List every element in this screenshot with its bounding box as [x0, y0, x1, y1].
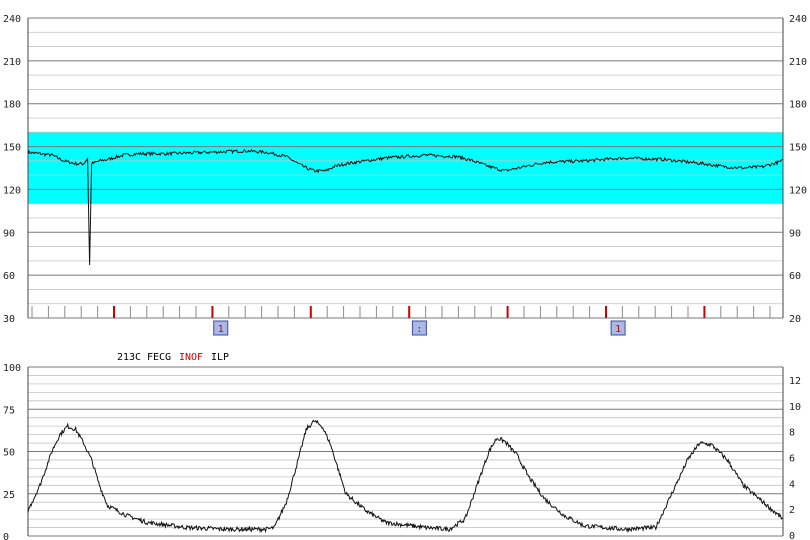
toco-gridlines — [27, 366, 784, 537]
header-mode: FECG — [147, 352, 171, 363]
fhr-right-tick-label: 60 — [789, 271, 801, 282]
fhr-normal-band — [28, 132, 783, 204]
fhr-right-tick-label: 240 — [789, 14, 807, 25]
fhr-minute-ticks — [31, 306, 771, 318]
header-time: 213C — [117, 352, 141, 363]
header-extra: ILP — [211, 352, 229, 363]
toco-series — [27, 419, 784, 534]
fhr-right-tick-label: 90 — [789, 228, 801, 239]
toco-right-axis: 12 10 8 6 4 2 0 — [789, 376, 801, 540]
fhr-right-tick-label: 120 — [789, 185, 807, 196]
fhr-left-tick-label: 240 — [3, 14, 21, 25]
fhr-left-tick-label: 210 — [3, 57, 21, 68]
fhr-left-tick-label: 180 — [3, 100, 21, 111]
fhr-right-tick-label: 20 — [789, 314, 801, 325]
fhr-right-tick-label: 180 — [789, 100, 807, 111]
fhr-left-tick-label: 90 — [3, 228, 15, 239]
event-marker-label: 1 — [615, 324, 621, 335]
fhr-event-markers: 1: 1 — [213, 320, 626, 336]
fhr-right-tick-label: 210 — [789, 57, 807, 68]
toco-left-tick-label: 100 — [3, 363, 21, 374]
event-marker-label: : — [416, 324, 422, 335]
header-alert: INOF — [179, 352, 203, 363]
toco-right-tick-label: 2 — [789, 505, 795, 516]
toco-left-tick-label: 25 — [3, 490, 15, 501]
fhr-left-tick-label: 60 — [3, 271, 15, 282]
toco-right-tick-label: 10 — [789, 402, 801, 413]
fhr-left-tick-label: 30 — [3, 314, 15, 325]
toco-left-tick-label: 0 — [3, 532, 9, 540]
toco-right-tick-label: 6 — [789, 454, 795, 465]
event-marker-label: 1 — [218, 324, 224, 335]
toco-panel: 213C FECG INOF ILP 100 75 50 25 0 12 10 8 6 4 2 0 — [3, 352, 801, 540]
fhr-left-tick-label: 150 — [3, 143, 21, 154]
fhr-panel: 240210180150120906030 240210180150120906… — [3, 14, 807, 336]
toco-right-tick-label: 4 — [789, 479, 795, 490]
toco-left-axis: 100 75 50 25 0 — [3, 363, 21, 540]
fhr-left-axis: 240 210 180 150 120 90 60 30 — [3, 14, 21, 325]
fhr-right-axis: 240 210 180 150 120 90 60 20 — [789, 14, 807, 325]
toco-right-tick-label: 0 — [789, 531, 795, 540]
fhr-left-tick-label: 120 — [3, 185, 21, 196]
toco-right-tick-label: 8 — [789, 428, 795, 439]
fhr-right-tick-label: 150 — [789, 143, 807, 154]
toco-left-tick-label: 50 — [3, 448, 15, 459]
toco-series-line — [27, 419, 784, 534]
toco-header: 213C FECG INOF ILP — [117, 352, 229, 363]
toco-left-tick-label: 75 — [3, 405, 15, 416]
ctg-strip-chart: 240210180150120906030 240210180150120906… — [3, 14, 807, 540]
toco-right-tick-label: 12 — [789, 376, 801, 387]
